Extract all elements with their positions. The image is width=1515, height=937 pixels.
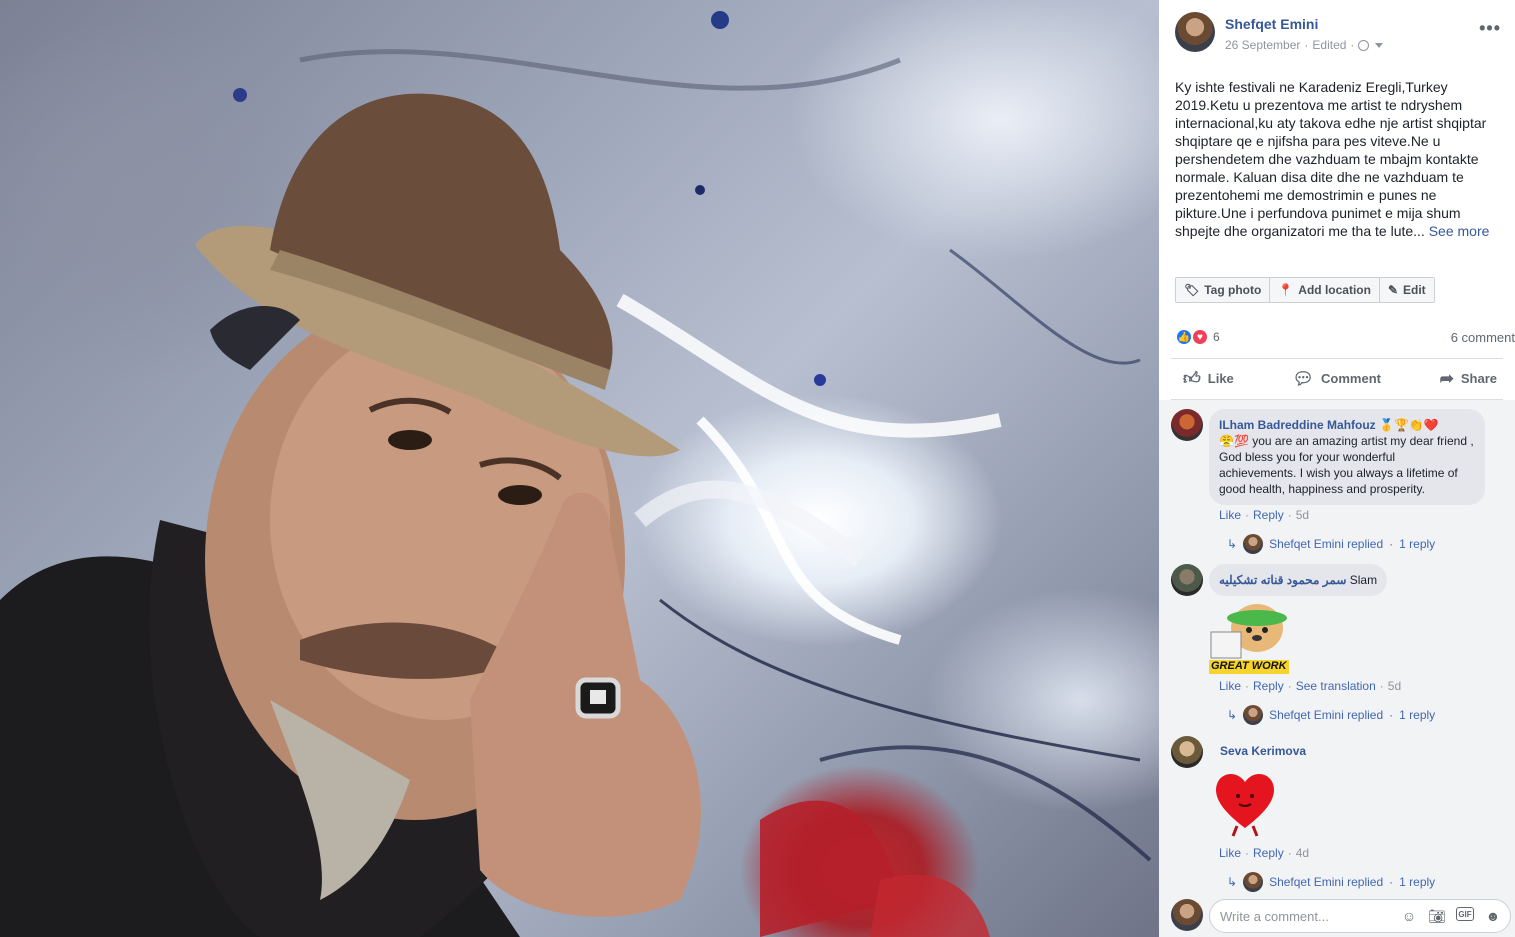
comment-bubble: ILham Badreddine Mahfouz 🥇🏆👏❤️ 😤💯 you ar… <box>1209 409 1485 505</box>
write-comment-row: ☺ 📷︎ GIF ☻ <box>1159 895 1515 937</box>
commenter-name[interactable]: سمر محمود قناته تشكيليه <box>1219 573 1346 587</box>
gif-icon[interactable]: GIF <box>1456 907 1474 921</box>
comment-time[interactable]: 5d <box>1296 508 1309 522</box>
comment-actions: Like · Reply · 4d <box>1219 846 1310 860</box>
reply-arrow-icon: ↳ <box>1227 875 1238 889</box>
comment-actions: Like · Reply · 5d <box>1219 508 1310 522</box>
commenter-avatar[interactable] <box>1171 409 1203 441</box>
post-header: Shefqet Emini 26 September · Edited · ••… <box>1175 12 1505 56</box>
replies-link[interactable]: ↳ Shefqet Emini replied · 1 reply <box>1227 872 1435 892</box>
reply-count: 1 reply <box>1399 708 1436 722</box>
post-body: Ky ishte festivali ne Karadeniz Eregli,T… <box>1175 79 1487 239</box>
comment-box[interactable]: ☺ 📷︎ GIF ☻ <box>1209 899 1511 933</box>
post-text: Ky ishte festivali ne Karadeniz Eregli,T… <box>1175 78 1501 240</box>
comment-emoji: 😤💯 <box>1219 434 1249 448</box>
comment-text: you are an amazing artist my dear friend… <box>1219 434 1474 496</box>
separator: · <box>1389 537 1394 551</box>
speech-bubble-icon: 💬︎ <box>1292 368 1315 388</box>
comment-reply-link[interactable]: Reply <box>1253 508 1284 522</box>
edit-label: Edit <box>1403 283 1426 297</box>
replies-link[interactable]: ↳ Shefqet Emini replied · 1 reply <box>1227 705 1435 725</box>
reply-count: 1 reply <box>1399 537 1436 551</box>
comment-reply-link[interactable]: Reply <box>1253 679 1284 693</box>
like-label: Like <box>1207 371 1234 386</box>
replied-by: Shefqet Emini replied <box>1269 875 1384 889</box>
post-action-bar: 👍︎ Like 💬︎ Comment ➦ Share <box>1175 364 1505 393</box>
replied-by: Shefqet Emini replied <box>1269 537 1384 551</box>
author-avatar[interactable] <box>1175 12 1215 52</box>
edit-button[interactable]: ✎ Edit <box>1379 278 1434 302</box>
great-work-sticker[interactable]: GREAT WORK <box>1209 598 1289 676</box>
divider <box>1171 358 1503 359</box>
tag-icon: 🏷 <box>1184 283 1200 297</box>
meta-separator: · <box>1350 38 1355 52</box>
edited-label[interactable]: Edited <box>1312 38 1346 52</box>
post-side-panel: Shefqet Emini 26 September · Edited · ••… <box>1159 0 1515 937</box>
comment-time[interactable]: 5d <box>1388 679 1401 693</box>
comment-text: Slam <box>1349 573 1378 587</box>
current-user-avatar <box>1171 899 1203 931</box>
photo-viewer: Shefqet Emini 26 September · Edited · ••… <box>0 0 1515 937</box>
sticker-icon[interactable]: ☻ <box>1484 907 1502 925</box>
love-reaction-icon: ♥ <box>1191 328 1209 346</box>
replies-link[interactable]: ↳ Shefqet Emini replied · 1 reply <box>1227 534 1435 554</box>
name-emoji: 🥇🏆👏❤️ <box>1379 418 1439 432</box>
location-pin-icon: 📍 <box>1278 283 1294 297</box>
post-photo[interactable] <box>0 0 1159 937</box>
commenter-avatar[interactable] <box>1171 564 1203 596</box>
commenter-name-row: Seva Kerimova <box>1220 744 1306 758</box>
post-date[interactable]: 26 September <box>1225 38 1300 52</box>
reaction-count: 6 <box>1213 330 1220 344</box>
tag-photo-button[interactable]: 🏷 Tag photo <box>1176 278 1271 302</box>
comment-input[interactable] <box>1220 908 1400 924</box>
share-button[interactable]: ➦ Share <box>1432 364 1505 393</box>
post-meta: 26 September · Edited · <box>1225 38 1384 52</box>
see-more-link[interactable]: See more <box>1429 223 1490 239</box>
commenter-avatar[interactable] <box>1171 736 1203 768</box>
like-button[interactable]: 👍︎ Like <box>1175 364 1242 393</box>
sticker-text: GREAT WORK <box>1211 660 1287 672</box>
comment-like-link[interactable]: Like <box>1219 508 1241 522</box>
share-label: Share <box>1460 371 1497 386</box>
camera-icon[interactable]: 📷︎ <box>1428 907 1446 925</box>
reactions-summary[interactable]: 👍 ♥ 6 <box>1175 328 1220 346</box>
replied-by: Shefqet Emini replied <box>1269 708 1384 722</box>
reply-arrow-icon: ↳ <box>1227 708 1238 722</box>
comment-bubble: سمر محمود قناته تشكيليه Slam <box>1209 564 1388 596</box>
comment-reply-link[interactable]: Reply <box>1253 846 1284 860</box>
separator: · <box>1389 708 1394 722</box>
add-location-button[interactable]: 📍 Add location <box>1270 278 1380 302</box>
reply-arrow-icon: ↳ <box>1227 537 1238 551</box>
heart-sticker[interactable] <box>1213 768 1277 838</box>
add-location-label: Add location <box>1298 283 1371 297</box>
share-arrow-icon: ➦ <box>1439 368 1454 388</box>
photo-artwork <box>0 11 1152 937</box>
comment-time[interactable]: 4d <box>1296 846 1309 860</box>
comment-count-link[interactable]: 6 comment <box>1451 330 1515 345</box>
pencil-icon: ✎ <box>1387 283 1399 297</box>
comment-tools: ☺ 📷︎ GIF ☻ <box>1400 907 1502 925</box>
replier-avatar <box>1243 534 1264 554</box>
replier-avatar <box>1243 705 1264 725</box>
globe-icon[interactable] <box>1358 39 1370 51</box>
replier-avatar <box>1243 872 1264 892</box>
meta-separator: · <box>1304 38 1309 52</box>
emoji-icon[interactable]: ☺ <box>1400 907 1418 925</box>
comment-button[interactable]: 💬︎ Comment <box>1284 364 1389 393</box>
comment-label: Comment <box>1321 371 1381 386</box>
more-options-icon[interactable]: ••• <box>1479 18 1501 39</box>
photo-actions: 🏷 Tag photo 📍 Add location ✎ Edit <box>1175 277 1435 303</box>
reply-count: 1 reply <box>1399 875 1436 889</box>
tag-photo-label: Tag photo <box>1204 283 1262 297</box>
see-translation-link[interactable]: See translation <box>1296 679 1376 693</box>
commenter-name[interactable]: Seva Kerimova <box>1220 744 1306 758</box>
author-name[interactable]: Shefqet Emini <box>1225 16 1318 32</box>
separator: · <box>1389 875 1394 889</box>
commenter-name[interactable]: ILham Badreddine Mahfouz <box>1219 418 1376 432</box>
comment-actions: Like · Reply · See translation · 5d <box>1219 679 1402 693</box>
audience-caret-icon[interactable] <box>1375 42 1384 48</box>
comment-like-link[interactable]: Like <box>1219 846 1241 860</box>
comment-like-link[interactable]: Like <box>1219 679 1241 693</box>
thumbs-up-icon: 👍︎ <box>1183 369 1201 388</box>
